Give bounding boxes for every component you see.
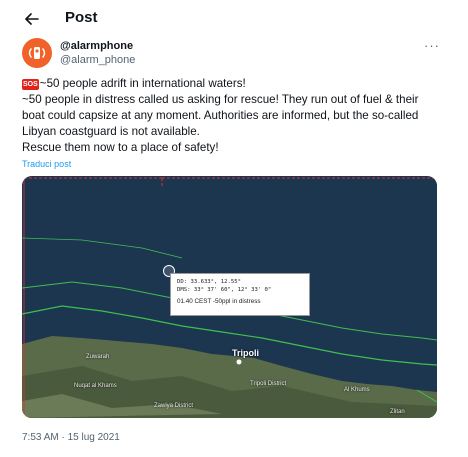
- back-button[interactable]: [20, 8, 44, 30]
- tweet-line-1: SOS ~50 people adrift in international wa…: [22, 77, 246, 90]
- tweet-line-2: ~50 people in distress called us asking …: [22, 93, 419, 138]
- alarm-phone-logo: [28, 47, 46, 59]
- post-header: Post: [0, 0, 468, 38]
- arrow-left-icon: [25, 13, 39, 25]
- post-timestamp[interactable]: 7:53 AM · 15 lug 2021: [22, 432, 120, 443]
- tweet-text: SOS ~50 people adrift in international wa…: [22, 76, 442, 156]
- translate-post-link[interactable]: Traduci post: [22, 159, 71, 169]
- map-image[interactable]: DD: 33.633°, 12.55° DMS: 33° 37' 60", 12…: [22, 176, 437, 418]
- page-title: Post: [65, 9, 98, 26]
- more-horizontal-icon: ···: [424, 38, 440, 53]
- more-options-button[interactable]: ···: [422, 38, 442, 54]
- distress-info-popup: DD: 33.633°, 12.55° DMS: 33° 37' 60", 12…: [170, 273, 310, 316]
- sos-emoji-icon: SOS: [22, 79, 39, 90]
- author-handle[interactable]: @alarm_phone: [60, 54, 135, 66]
- map-label-tripoli-district: Tripoli District: [250, 381, 287, 387]
- map-label-nuqat: Nuqat al Khams: [74, 383, 117, 389]
- tweet-line-3: Rescue them now to a place of safety!: [22, 141, 219, 154]
- avatar[interactable]: [22, 38, 52, 68]
- popup-description: 01.40 CEST -50ppl in distress: [177, 298, 261, 305]
- map-label-zuwarah: Zuwarah: [86, 354, 110, 360]
- popup-dd-coordinates: DD: 33.633°, 12.55°: [177, 279, 241, 285]
- map-label-tripoli: Tripoli: [232, 348, 259, 358]
- map-label-zawiya: Zawiya District: [154, 403, 194, 409]
- popup-dms-coordinates: DMS: 33° 37' 60", 12° 33' 0": [177, 287, 272, 293]
- map-label-zlitan: Zlitan: [390, 409, 405, 415]
- author-display-name[interactable]: @alarmphone: [60, 40, 133, 52]
- map-label-al-khums: Al Khums: [344, 387, 370, 393]
- tripoli-marker: [236, 359, 242, 365]
